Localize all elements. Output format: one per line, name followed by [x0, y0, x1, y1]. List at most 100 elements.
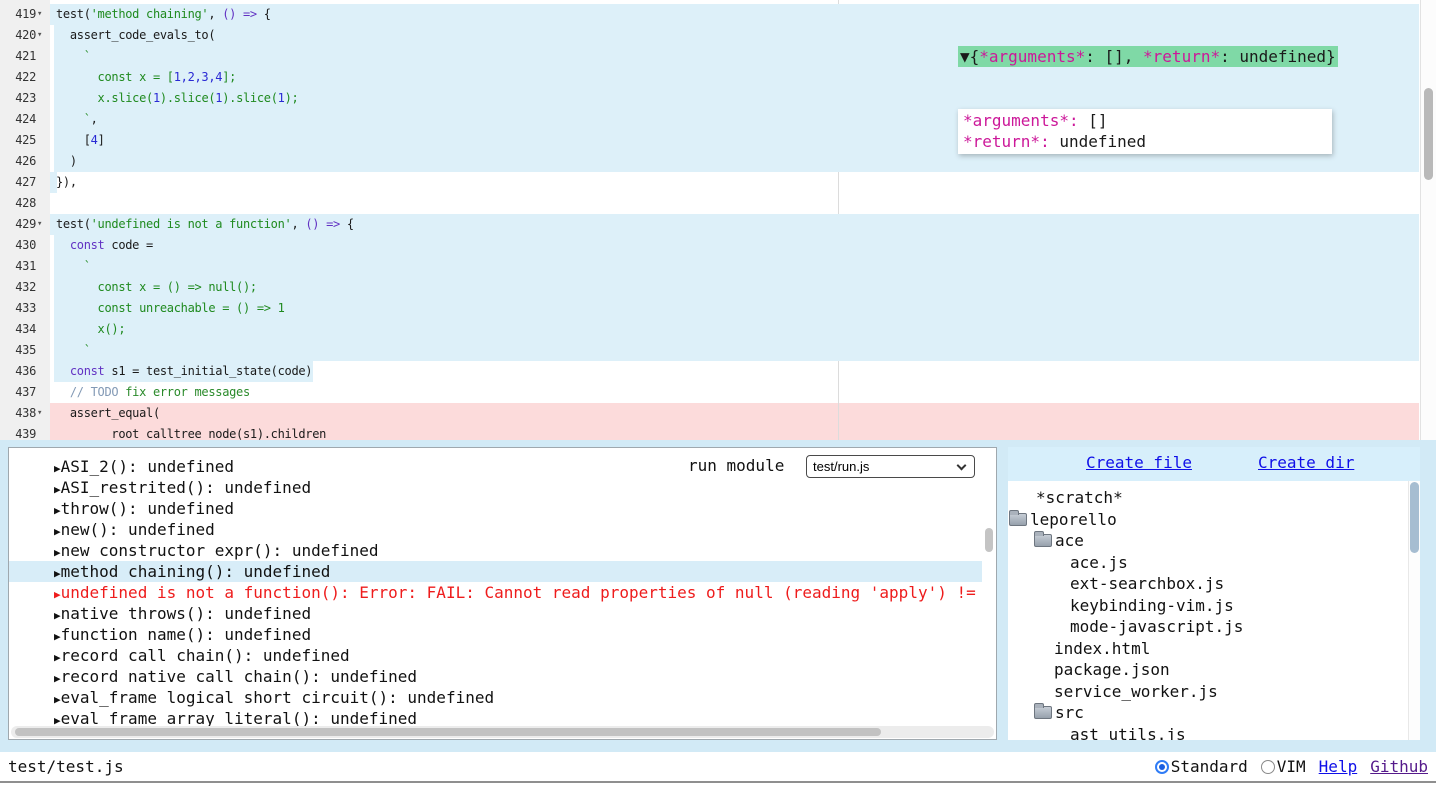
tree-item-service-worker-js[interactable]: service_worker.js [1008, 681, 1420, 703]
tree-item-label: index.html [1054, 638, 1150, 659]
tree-item-label: package.json [1054, 659, 1170, 680]
calltree-item[interactable]: ▶undefined is not a function(): Error: F… [9, 582, 982, 603]
tree-item-package-json[interactable]: package.json [1008, 659, 1420, 681]
tree-item-src[interactable]: src [1008, 702, 1420, 724]
code-line-429[interactable]: test('undefined is not a function', () =… [56, 214, 1436, 235]
line-number: 432 [0, 277, 36, 298]
token [56, 238, 70, 252]
code-line-433[interactable]: const unreachable = () => 1 [56, 298, 1436, 319]
folder-icon [1034, 706, 1052, 719]
code-line-430[interactable]: const code = [56, 235, 1436, 256]
calltree-hscrollbar[interactable] [11, 726, 994, 738]
calltree-item[interactable]: ▶native throws(): undefined [9, 603, 982, 624]
calltree-item[interactable]: ▶eval_frame logical short circuit(): und… [9, 687, 982, 708]
expand-arrow-icon[interactable]: ▶ [54, 588, 61, 601]
files-panel-header: Create file Create dir [1008, 447, 1420, 481]
mode-standard-option[interactable]: Standard [1155, 757, 1248, 776]
tree-item-keybinding-vim-js[interactable]: keybinding-vim.js [1008, 595, 1420, 617]
token: { [264, 7, 271, 21]
expand-arrow-icon[interactable]: ▶ [54, 672, 61, 685]
token: const [70, 238, 105, 252]
calltree-item[interactable]: ▶function name(): undefined [9, 624, 982, 645]
code-line-431[interactable]: ` [56, 256, 1436, 277]
tree-item-ast-utils-js[interactable]: ast_utils.js [1008, 724, 1420, 741]
github-link[interactable]: Github [1370, 757, 1428, 776]
tree-item-label: service_worker.js [1054, 681, 1218, 702]
radio-standard-icon[interactable] [1155, 760, 1169, 774]
files-scrollbar-thumb[interactable] [1410, 482, 1419, 553]
token: // TODO [56, 385, 125, 399]
fold-arrow-icon[interactable]: ▾ [37, 214, 49, 235]
help-link[interactable]: Help [1319, 757, 1358, 776]
line-number: 433 [0, 298, 36, 319]
calltree-item[interactable]: ▶record native call chain(): undefined [9, 666, 982, 687]
editor-scrollbar[interactable] [1420, 0, 1436, 440]
file-tree[interactable]: *scratch*leporelloaceace.jsext-searchbox… [1008, 481, 1420, 740]
create-file-button[interactable]: Create file [1086, 453, 1192, 472]
expand-arrow-icon[interactable]: ▶ [54, 651, 61, 664]
calltree-item[interactable]: ▶ASI_restrited(): undefined [9, 477, 982, 498]
calltree-item-label: record native call chain(): undefined [61, 667, 417, 686]
expand-arrow-icon[interactable]: ▶ [54, 546, 61, 559]
code-line-434[interactable]: x(); [56, 319, 1436, 340]
calltree-item[interactable]: ▶method chaining(): undefined [9, 561, 982, 582]
radio-vim-icon[interactable] [1261, 760, 1275, 774]
calltree-panel[interactable]: ▶ASI_2(): undefined▶ASI_restrited(): und… [8, 447, 997, 740]
fold-arrow-icon[interactable]: ▾ [37, 4, 49, 25]
line-number: 426 [0, 151, 36, 172]
tree-item-label: *scratch* [1036, 487, 1123, 508]
files-scrollbar[interactable] [1408, 481, 1420, 740]
token: ` [56, 259, 91, 273]
mode-vim-option[interactable]: VIM [1261, 757, 1306, 776]
tree-item-ext-searchbox-js[interactable]: ext-searchbox.js [1008, 573, 1420, 595]
token: test( [56, 217, 91, 231]
calltree-item-label: native throws(): undefined [61, 604, 311, 623]
code-line-437[interactable]: // TODO fix error messages [56, 382, 1436, 403]
expand-arrow-icon[interactable]: ▶ [54, 630, 61, 643]
editor-scrollbar-thumb[interactable] [1424, 88, 1433, 180]
calltree-hscrollbar-thumb[interactable] [15, 728, 881, 736]
expand-arrow-icon[interactable]: ▶ [54, 504, 61, 517]
create-dir-button[interactable]: Create dir [1258, 453, 1354, 472]
code-line-432[interactable]: const x = () => null(); [56, 277, 1436, 298]
token: ); [285, 91, 299, 105]
code-line-436[interactable]: const s1 = test_initial_state(code) [56, 361, 1436, 382]
tree-item-mode-javascript-js[interactable]: mode-javascript.js [1008, 616, 1420, 638]
token: const x = () => null(); [56, 280, 257, 294]
tree-item-label: keybinding-vim.js [1070, 595, 1234, 616]
expand-arrow-icon[interactable]: ▶ [54, 525, 61, 538]
token: assert_equal( [56, 406, 160, 420]
calltree-item[interactable]: ▶throw(): undefined [9, 498, 982, 519]
token: : [], [1085, 47, 1143, 66]
token: code = [104, 238, 152, 252]
token: ]; [222, 70, 236, 84]
expand-arrow-icon[interactable]: ▶ [54, 609, 61, 622]
value-tooltip-header[interactable]: ▼{*arguments*: [], *return*: undefined} [958, 46, 1338, 67]
expand-arrow-icon[interactable]: ▶ [54, 567, 61, 580]
expand-arrow-icon[interactable]: ▶ [54, 462, 61, 475]
code-line-428[interactable] [56, 193, 1436, 214]
fold-arrow-icon[interactable]: ▾ [37, 403, 49, 424]
token: *arguments* [979, 47, 1085, 66]
calltree-item[interactable]: ▶new constructor expr(): undefined [9, 540, 982, 561]
token: assert_code_evals_to( [56, 28, 215, 42]
code-line-435[interactable]: ` [56, 340, 1436, 361]
token: *return* [1143, 47, 1220, 66]
code-line-439[interactable]: root_calltree_node(s1).children [56, 424, 1436, 440]
tree-item-leporello[interactable]: leporello [1008, 509, 1420, 531]
tree-item-index-html[interactable]: index.html [1008, 638, 1420, 660]
code-line-438[interactable]: assert_equal( [56, 403, 1436, 424]
tree-item-ace-js[interactable]: ace.js [1008, 552, 1420, 574]
run-module-select[interactable]: test/run.js [806, 455, 975, 478]
expand-arrow-icon[interactable]: ▶ [54, 693, 61, 706]
calltree-item[interactable]: ▶new(): undefined [9, 519, 982, 540]
calltree-item[interactable]: ▶record call chain(): undefined [9, 645, 982, 666]
code-line-427[interactable]: }), [56, 172, 1436, 193]
calltree-vscrollbar-thumb[interactable] [985, 528, 993, 552]
line-number: 419 [0, 4, 36, 25]
fold-arrow-icon[interactable]: ▾ [37, 25, 49, 46]
tree-item-ace[interactable]: ace [1008, 530, 1420, 552]
tree-item--scratch-[interactable]: *scratch* [1008, 487, 1420, 509]
token: , [91, 112, 98, 126]
expand-arrow-icon[interactable]: ▶ [54, 483, 61, 496]
